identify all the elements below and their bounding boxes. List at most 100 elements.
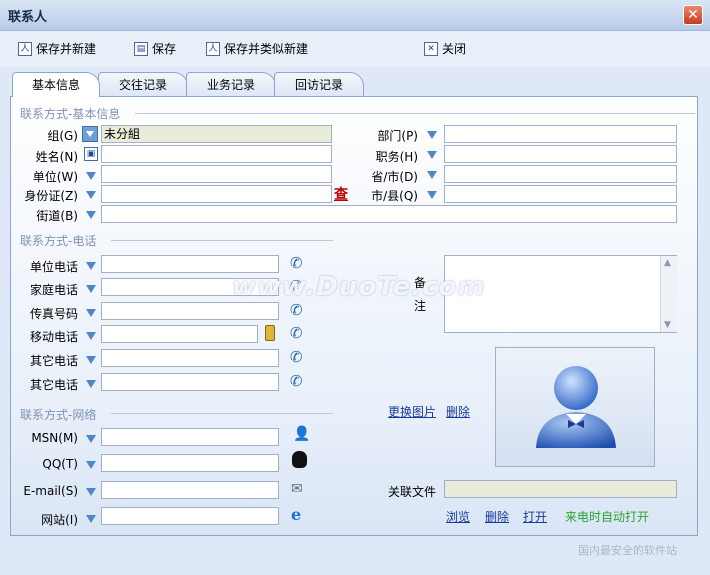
name-label: 姓名(N): [35, 150, 78, 164]
browse-file-link[interactable]: 浏览: [446, 508, 470, 525]
street-input[interactable]: [101, 205, 677, 223]
city-label: 市/县(Q): [371, 189, 418, 203]
phone-call-icon[interactable]: ✆: [290, 254, 303, 272]
id-input[interactable]: [101, 185, 332, 203]
fax-input[interactable]: [101, 302, 279, 320]
unit-label: 单位(W): [32, 170, 78, 184]
other-phone-input[interactable]: [101, 373, 279, 391]
province-input[interactable]: [444, 165, 677, 183]
other-phone-input[interactable]: [101, 349, 279, 367]
msn-icon[interactable]: 👤: [293, 426, 310, 442]
delete-photo-link[interactable]: 删除: [446, 403, 470, 420]
close-icon: ✕: [424, 41, 438, 56]
phone-call-icon[interactable]: ✆: [290, 348, 303, 366]
mobile-sms-icon[interactable]: [265, 325, 275, 341]
unit-input[interactable]: [101, 165, 332, 183]
window-close-button[interactable]: ✕: [683, 5, 703, 25]
section-divider: [111, 240, 333, 241]
phone-dropdown-icon[interactable]: [86, 309, 96, 317]
related-file-label: 关联文件: [388, 485, 437, 499]
dept-label: 部门(P): [377, 129, 418, 143]
website-label: 网站(I): [41, 513, 78, 527]
watermark: www.DuoTe.com: [232, 272, 486, 302]
phone-call-icon[interactable]: ✆: [290, 372, 303, 390]
section-network-title: 联系方式-网络: [20, 408, 97, 422]
tab-basic-info[interactable]: 基本信息: [12, 72, 100, 97]
save-icon: ▤: [134, 41, 148, 56]
phone-call-icon[interactable]: ✆: [290, 324, 303, 342]
save-new-label: 保存并新建: [36, 42, 97, 56]
id-dropdown-icon[interactable]: [86, 191, 96, 199]
city-input[interactable]: [444, 185, 677, 203]
section-basic-title: 联系方式-基本信息: [20, 107, 121, 121]
tab-followup-records[interactable]: 回访记录: [274, 72, 364, 96]
title-label: 职务(H): [375, 150, 418, 164]
email-dropdown-icon[interactable]: [86, 488, 96, 496]
user-avatar-icon: [536, 366, 616, 448]
street-dropdown-icon[interactable]: [86, 211, 96, 219]
auto-open-on-call-label: 来电时自动打开: [565, 510, 650, 524]
save-copy-new-button[interactable]: 人 保存并类似新建: [206, 40, 308, 57]
phone-label-mobile: 移动电话: [29, 330, 78, 344]
website-input[interactable]: [101, 507, 279, 525]
dept-input[interactable]: [444, 125, 677, 143]
phone-dropdown-icon[interactable]: [86, 262, 96, 270]
qq-penguin-icon[interactable]: [292, 451, 307, 468]
street-label: 街道(B): [36, 209, 78, 223]
tab-business-records[interactable]: 业务记录: [186, 72, 276, 96]
qq-dropdown-icon[interactable]: [86, 461, 96, 469]
province-dropdown-icon[interactable]: [427, 171, 437, 179]
browser-icon[interactable]: e: [291, 505, 301, 524]
section-phone-title: 联系方式-电话: [20, 234, 97, 248]
website-dropdown-icon[interactable]: [86, 515, 96, 523]
title-input[interactable]: [444, 145, 677, 163]
tab-contact-records[interactable]: 交往记录: [98, 72, 188, 96]
save-new-button[interactable]: 人 保存并新建: [18, 40, 96, 57]
title-dropdown-icon[interactable]: [427, 151, 437, 159]
city-dropdown-icon[interactable]: [427, 191, 437, 199]
close-label: 关闭: [442, 42, 467, 56]
id-check-button[interactable]: 查: [334, 184, 348, 204]
save-new-icon: 人: [18, 41, 32, 56]
save-button[interactable]: ▤ 保存: [134, 40, 176, 57]
msn-dropdown-icon[interactable]: [86, 435, 96, 443]
group-dropdown-button[interactable]: [82, 126, 98, 142]
save-label: 保存: [152, 42, 177, 56]
phone-dropdown-icon[interactable]: [86, 285, 96, 293]
email-icon[interactable]: ✉: [291, 481, 303, 497]
phone-label-fax: 传真号码: [29, 307, 78, 321]
toolbar: [0, 31, 710, 67]
name-card-icon[interactable]: ▣: [84, 147, 98, 161]
save-copy-new-icon: 人: [206, 41, 220, 56]
msn-input[interactable]: [101, 428, 279, 446]
window-title: 联系人: [8, 10, 48, 25]
name-input[interactable]: [101, 145, 332, 163]
work-phone-input[interactable]: [101, 255, 279, 273]
mobile-input[interactable]: [101, 325, 258, 343]
phone-label-other: 其它电话: [29, 378, 78, 392]
province-label: 省/市(D): [371, 170, 418, 184]
open-file-link[interactable]: 打开: [523, 508, 547, 525]
email-label: E-mail(S): [23, 484, 78, 498]
close-button[interactable]: ✕ 关闭: [424, 40, 466, 57]
phone-dropdown-icon[interactable]: [86, 380, 96, 388]
dept-dropdown-icon[interactable]: [427, 131, 437, 139]
qq-input[interactable]: [101, 454, 279, 472]
phone-call-icon[interactable]: ✆: [290, 301, 303, 319]
email-input[interactable]: [101, 481, 279, 499]
group-label: 组(G): [47, 129, 78, 143]
scroll-up-icon[interactable]: ▲: [664, 258, 671, 268]
change-photo-link[interactable]: 更换图片: [388, 403, 436, 420]
group-select[interactable]: 未分組: [101, 125, 332, 143]
delete-file-link[interactable]: 删除: [485, 508, 509, 525]
title-bar: [0, 0, 710, 31]
phone-dropdown-icon[interactable]: [86, 356, 96, 364]
unit-dropdown-icon[interactable]: [86, 172, 96, 180]
contact-photo: [495, 347, 655, 467]
qq-label: QQ(T): [42, 457, 78, 471]
phone-dropdown-icon[interactable]: [86, 332, 96, 340]
section-divider: [111, 413, 333, 414]
corner-watermark: 国内最安全的软件站: [578, 544, 677, 557]
scroll-down-icon[interactable]: ▼: [664, 320, 671, 330]
related-file-input: [444, 480, 677, 498]
